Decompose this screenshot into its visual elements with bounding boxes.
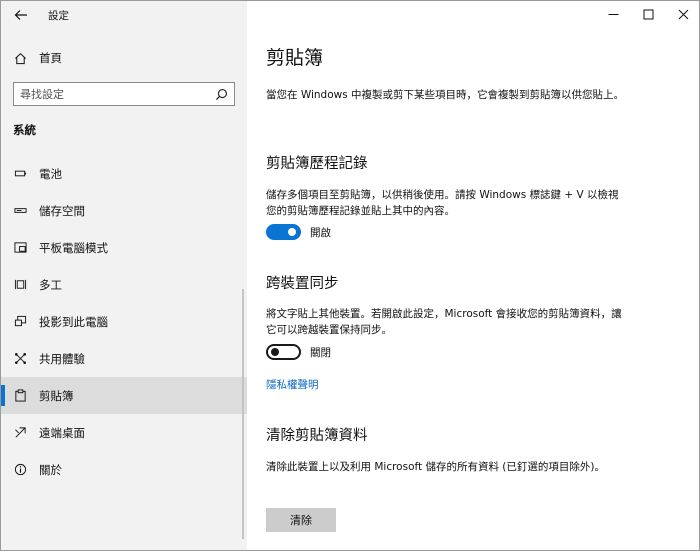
sync-toggle-label: 關閉	[310, 346, 331, 359]
sidebar-item-label: 剪貼簿	[39, 388, 74, 403]
sidebar-item-multitasking[interactable]: 多工	[1, 266, 247, 303]
sidebar-item-label: 首頁	[39, 51, 62, 65]
battery-icon	[13, 167, 27, 181]
minimize-icon	[608, 13, 619, 15]
history-heading: 剪貼簿歷程記錄	[266, 156, 368, 172]
sidebar-item-project[interactable]: 投影到此電腦	[1, 303, 247, 340]
sidebar-item-label: 多工	[39, 277, 62, 292]
toggle-knob	[288, 228, 296, 236]
sidebar-item-shared-experiences[interactable]: 共用體驗	[1, 340, 247, 377]
sidebar-nav: 電池 儲存空間 平板電腦模式 多工 投影到此電腦 共用體驗 剪貼簿 遠端桌面 關…	[1, 155, 247, 488]
storage-icon	[13, 204, 27, 218]
sidebar-item-label: 儲存空間	[39, 203, 85, 218]
sidebar-item-label: 共用體驗	[39, 351, 85, 366]
remote-desktop-icon	[13, 426, 27, 440]
search-box[interactable]	[13, 82, 235, 106]
sidebar-item-label: 電池	[39, 166, 62, 181]
close-button[interactable]	[666, 1, 699, 27]
close-icon	[678, 9, 689, 19]
search-input[interactable]	[14, 83, 210, 105]
sidebar: 設定 首頁 系統 電池	[1, 1, 247, 550]
sidebar-item-label: 遠端桌面	[39, 425, 85, 440]
app-title: 設定	[48, 10, 69, 22]
sync-heading: 跨裝置同步	[266, 276, 339, 292]
home-icon	[13, 51, 27, 65]
privacy-statement-link[interactable]: 隱私權聲明	[266, 377, 319, 392]
tablet-mode-icon	[13, 241, 27, 255]
maximize-icon	[643, 9, 654, 19]
sidebar-item-label: 關於	[39, 462, 62, 477]
sidebar-item-label: 投影到此電腦	[39, 314, 108, 329]
clipboard-icon	[13, 389, 27, 403]
sync-toggle-row: 關閉	[266, 344, 331, 360]
info-icon	[13, 463, 27, 477]
sidebar-item-home[interactable]: 首頁	[1, 45, 247, 71]
settings-window: 設定 首頁 系統 電池	[0, 0, 700, 551]
history-description: 儲存多個項目至剪貼簿，以供稍後使用。請按 Windows 標誌鍵 + V 以檢視…	[266, 189, 619, 217]
history-toggle-label: 開啟	[310, 226, 331, 239]
minimize-button[interactable]	[596, 1, 631, 27]
sidebar-item-clipboard[interactable]: 剪貼簿	[1, 377, 247, 414]
window-controls	[596, 1, 699, 29]
main-content: 剪貼簿 當您在 Windows 中複製或剪下某些項目時，它會複製到剪貼簿以供您貼…	[247, 1, 699, 550]
clear-heading: 清除剪貼簿資料	[266, 428, 368, 444]
history-toggle[interactable]	[266, 224, 301, 240]
section-header: 系統	[13, 123, 36, 137]
sidebar-item-battery[interactable]: 電池	[1, 155, 247, 192]
sync-description: 將文字貼上其他裝置。若開啟此設定，Microsoft 會接收您的剪貼簿資料，讓它…	[266, 308, 622, 336]
maximize-button[interactable]	[631, 1, 666, 27]
sidebar-item-remote-desktop[interactable]: 遠端桌面	[1, 414, 247, 451]
project-icon	[13, 315, 27, 329]
sync-toggle[interactable]	[266, 344, 301, 360]
back-button[interactable]	[11, 5, 31, 25]
toggle-knob	[271, 348, 279, 356]
page-title: 剪貼簿	[266, 47, 324, 69]
sidebar-item-tablet-mode[interactable]: 平板電腦模式	[1, 229, 247, 266]
shared-experiences-icon	[13, 352, 27, 366]
back-arrow-icon	[14, 10, 27, 20]
sidebar-item-about[interactable]: 關於	[1, 451, 247, 488]
search-icon[interactable]	[215, 88, 228, 101]
sidebar-item-storage[interactable]: 儲存空間	[1, 192, 247, 229]
clear-description: 清除此裝置上以及利用 Microsoft 儲存的所有資料 (已釘選的項目除外)。	[266, 461, 605, 473]
title-bar: 設定	[1, 1, 247, 29]
sidebar-scrollbar[interactable]	[242, 289, 244, 539]
multitasking-icon	[13, 278, 27, 292]
history-toggle-row: 開啟	[266, 224, 331, 240]
clear-button[interactable]: 清除	[266, 508, 336, 532]
intro-text: 當您在 Windows 中複製或剪下某些項目時，它會複製到剪貼簿以供您貼上。	[266, 89, 625, 101]
sidebar-item-label: 平板電腦模式	[39, 240, 108, 255]
